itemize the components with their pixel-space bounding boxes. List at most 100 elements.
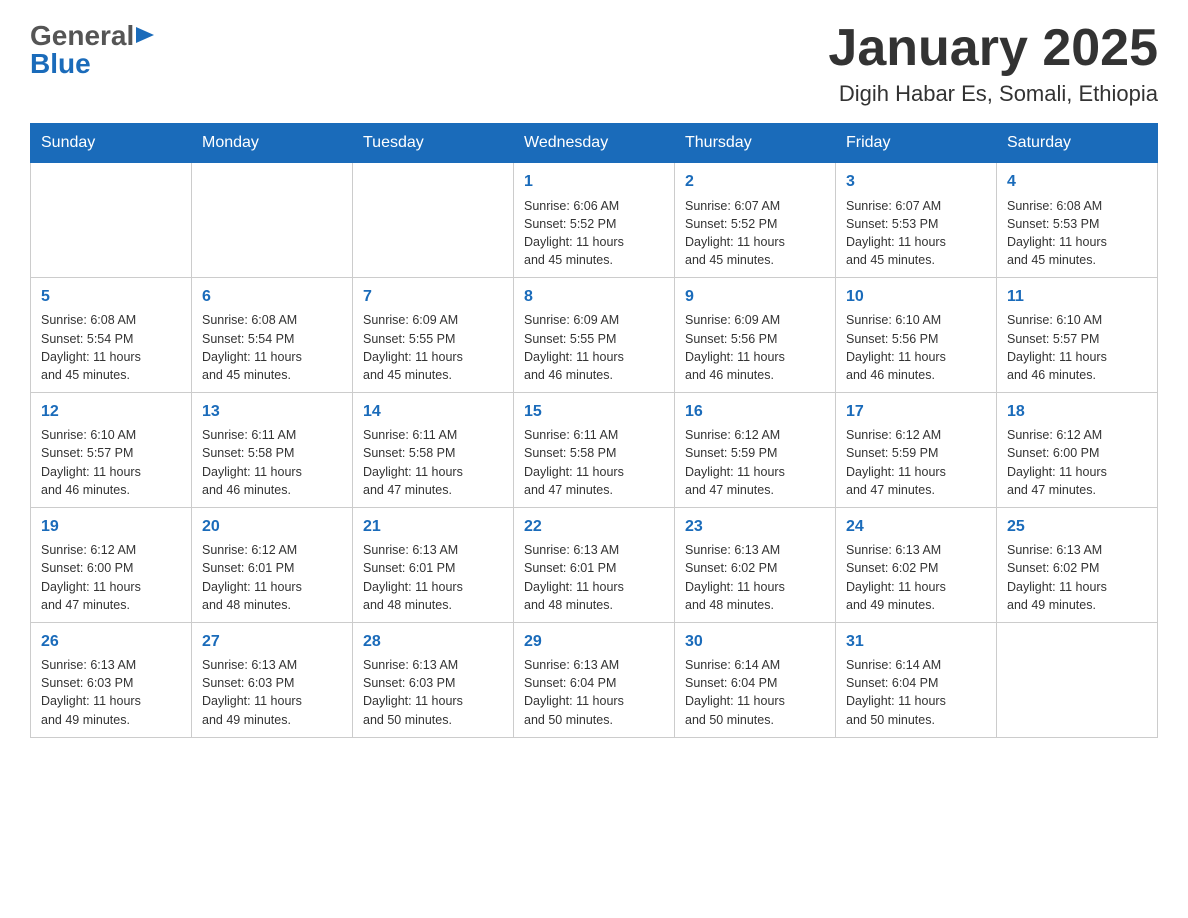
week-row-3: 12 Sunrise: 6:10 AM Sunset: 5:57 PM Dayli… [31, 392, 1158, 507]
day-number: 8 [524, 286, 664, 308]
calendar-subtitle: Digih Habar Es, Somali, Ethiopia [828, 81, 1158, 107]
calendar-cell-w1-d7: 4Sunrise: 6:08 AM Sunset: 5:53 PM Daylig… [997, 163, 1158, 278]
day-info: Sunrise: 6:13 AM Sunset: 6:01 PM Dayligh… [363, 541, 503, 614]
calendar-cell-w5-d5: 30Sunrise: 6:14 AM Sunset: 6:04 PM Dayli… [675, 622, 836, 737]
day-info: Sunrise: 6:13 AM Sunset: 6:03 PM Dayligh… [363, 656, 503, 729]
logo-triangle-icon [136, 27, 156, 47]
header-monday: Monday [192, 124, 353, 163]
day-number: 27 [202, 631, 342, 653]
day-number: 30 [685, 631, 825, 653]
day-number: 20 [202, 516, 342, 538]
day-info: Sunrise: 6:09 AM Sunset: 5:55 PM Dayligh… [524, 311, 664, 384]
calendar-cell-w1-d4: 1Sunrise: 6:06 AM Sunset: 5:52 PM Daylig… [514, 163, 675, 278]
calendar-cell-w3-d3: 14 Sunrise: 6:11 AM Sunset: 5:58 PM Dayli… [353, 392, 514, 507]
calendar-cell-w1-d1 [31, 163, 192, 278]
day-number: 18 [1007, 401, 1147, 423]
calendar-cell-w1-d3 [353, 163, 514, 278]
day-number: 25 [1007, 516, 1147, 538]
day-info: Sunrise: 6:12 AM Sunset: 6:00 PM Dayligh… [41, 541, 181, 614]
calendar-cell-w5-d1: 26 Sunrise: 6:13 AM Sunset: 6:03 PM Dayli… [31, 622, 192, 737]
calendar-cell-w2-d4: 8 Sunrise: 6:09 AM Sunset: 5:55 PM Daylig… [514, 278, 675, 393]
day-number: 2 [685, 171, 825, 193]
day-number: 19 [41, 516, 181, 538]
day-info: Sunrise: 6:12 AM Sunset: 5:59 PM Dayligh… [846, 426, 986, 499]
day-info: Sunrise: 6:08 AM Sunset: 5:54 PM Dayligh… [41, 311, 181, 384]
day-number: 26 [41, 631, 181, 653]
calendar-cell-w4-d4: 22 Sunrise: 6:13 AM Sunset: 6:01 PM Dayli… [514, 507, 675, 622]
header-saturday: Saturday [997, 124, 1158, 163]
day-number: 5 [41, 286, 181, 308]
title-area: January 2025 Digih Habar Es, Somali, Eth… [828, 20, 1158, 107]
day-info: Sunrise: 6:13 AM Sunset: 6:03 PM Dayligh… [41, 656, 181, 729]
calendar-cell-w2-d3: 7 Sunrise: 6:09 AM Sunset: 5:55 PM Daylig… [353, 278, 514, 393]
calendar-cell-w1-d2 [192, 163, 353, 278]
day-number: 7 [363, 286, 503, 308]
day-info: Sunrise: 6:11 AM Sunset: 5:58 PM Dayligh… [524, 426, 664, 499]
calendar-cell-w3-d2: 13 Sunrise: 6:11 AM Sunset: 5:58 PM Dayli… [192, 392, 353, 507]
week-row-2: 5 Sunrise: 6:08 AM Sunset: 5:54 PM Daylig… [31, 278, 1158, 393]
calendar-cell-w5-d2: 27Sunrise: 6:13 AM Sunset: 6:03 PM Dayli… [192, 622, 353, 737]
week-row-1: 1Sunrise: 6:06 AM Sunset: 5:52 PM Daylig… [31, 163, 1158, 278]
calendar-cell-w4-d2: 20 Sunrise: 6:12 AM Sunset: 6:01 PM Dayli… [192, 507, 353, 622]
day-info: Sunrise: 6:13 AM Sunset: 6:02 PM Dayligh… [1007, 541, 1147, 614]
day-info: Sunrise: 6:07 AM Sunset: 5:52 PM Dayligh… [685, 197, 825, 270]
day-info: Sunrise: 6:13 AM Sunset: 6:02 PM Dayligh… [846, 541, 986, 614]
week-row-5: 26 Sunrise: 6:13 AM Sunset: 6:03 PM Dayli… [31, 622, 1158, 737]
calendar-cell-w4-d6: 24 Sunrise: 6:13 AM Sunset: 6:02 PM Dayli… [836, 507, 997, 622]
day-info: Sunrise: 6:13 AM Sunset: 6:01 PM Dayligh… [524, 541, 664, 614]
day-info: Sunrise: 6:11 AM Sunset: 5:58 PM Dayligh… [363, 426, 503, 499]
day-info: Sunrise: 6:12 AM Sunset: 5:59 PM Dayligh… [685, 426, 825, 499]
day-info: Sunrise: 6:11 AM Sunset: 5:58 PM Dayligh… [202, 426, 342, 499]
calendar-cell-w4-d7: 25 Sunrise: 6:13 AM Sunset: 6:02 PM Dayli… [997, 507, 1158, 622]
page-header: General Blue January 2025 Digih Habar Es… [30, 20, 1158, 107]
day-info: Sunrise: 6:09 AM Sunset: 5:55 PM Dayligh… [363, 311, 503, 384]
calendar-cell-w3-d1: 12 Sunrise: 6:10 AM Sunset: 5:57 PM Dayli… [31, 392, 192, 507]
day-info: Sunrise: 6:10 AM Sunset: 5:57 PM Dayligh… [41, 426, 181, 499]
day-number: 3 [846, 171, 986, 193]
calendar-cell-w3-d6: 17 Sunrise: 6:12 AM Sunset: 5:59 PM Dayli… [836, 392, 997, 507]
calendar-cell-w2-d1: 5 Sunrise: 6:08 AM Sunset: 5:54 PM Daylig… [31, 278, 192, 393]
day-number: 24 [846, 516, 986, 538]
day-number: 6 [202, 286, 342, 308]
calendar-cell-w3-d5: 16 Sunrise: 6:12 AM Sunset: 5:59 PM Dayli… [675, 392, 836, 507]
calendar-cell-w1-d5: 2 Sunrise: 6:07 AM Sunset: 5:52 PM Daylig… [675, 163, 836, 278]
logo-blue-text: Blue [30, 48, 91, 80]
day-info: Sunrise: 6:10 AM Sunset: 5:57 PM Dayligh… [1007, 311, 1147, 384]
calendar-cell-w5-d4: 29 Sunrise: 6:13 AM Sunset: 6:04 PM Dayli… [514, 622, 675, 737]
weekday-header-row: Sunday Monday Tuesday Wednesday Thursday… [31, 124, 1158, 163]
calendar-cell-w1-d6: 3 Sunrise: 6:07 AM Sunset: 5:53 PM Daylig… [836, 163, 997, 278]
calendar-title: January 2025 [828, 20, 1158, 77]
day-info: Sunrise: 6:13 AM Sunset: 6:04 PM Dayligh… [524, 656, 664, 729]
day-number: 13 [202, 401, 342, 423]
day-info: Sunrise: 6:14 AM Sunset: 6:04 PM Dayligh… [846, 656, 986, 729]
calendar-cell-w4-d3: 21 Sunrise: 6:13 AM Sunset: 6:01 PM Dayli… [353, 507, 514, 622]
day-number: 10 [846, 286, 986, 308]
calendar-table: Sunday Monday Tuesday Wednesday Thursday… [30, 123, 1158, 737]
logo: General Blue [30, 20, 156, 80]
day-number: 12 [41, 401, 181, 423]
day-number: 1 [524, 171, 664, 193]
day-number: 17 [846, 401, 986, 423]
day-number: 21 [363, 516, 503, 538]
day-number: 29 [524, 631, 664, 653]
calendar-cell-w4-d5: 23Sunrise: 6:13 AM Sunset: 6:02 PM Dayli… [675, 507, 836, 622]
day-info: Sunrise: 6:12 AM Sunset: 6:01 PM Dayligh… [202, 541, 342, 614]
calendar-cell-w4-d1: 19 Sunrise: 6:12 AM Sunset: 6:00 PM Dayli… [31, 507, 192, 622]
day-info: Sunrise: 6:10 AM Sunset: 5:56 PM Dayligh… [846, 311, 986, 384]
day-number: 22 [524, 516, 664, 538]
day-info: Sunrise: 6:13 AM Sunset: 6:02 PM Dayligh… [685, 541, 825, 614]
calendar-cell-w2-d6: 10 Sunrise: 6:10 AM Sunset: 5:56 PM Dayli… [836, 278, 997, 393]
calendar-cell-w5-d3: 28Sunrise: 6:13 AM Sunset: 6:03 PM Dayli… [353, 622, 514, 737]
calendar-cell-w5-d7 [997, 622, 1158, 737]
header-friday: Friday [836, 124, 997, 163]
header-thursday: Thursday [675, 124, 836, 163]
day-number: 16 [685, 401, 825, 423]
day-number: 4 [1007, 171, 1147, 193]
day-info: Sunrise: 6:07 AM Sunset: 5:53 PM Dayligh… [846, 197, 986, 270]
calendar-cell-w2-d2: 6Sunrise: 6:08 AM Sunset: 5:54 PM Daylig… [192, 278, 353, 393]
calendar-cell-w2-d7: 11Sunrise: 6:10 AM Sunset: 5:57 PM Dayli… [997, 278, 1158, 393]
day-info: Sunrise: 6:12 AM Sunset: 6:00 PM Dayligh… [1007, 426, 1147, 499]
day-number: 14 [363, 401, 503, 423]
day-number: 9 [685, 286, 825, 308]
calendar-cell-w3-d7: 18 Sunrise: 6:12 AM Sunset: 6:00 PM Dayli… [997, 392, 1158, 507]
